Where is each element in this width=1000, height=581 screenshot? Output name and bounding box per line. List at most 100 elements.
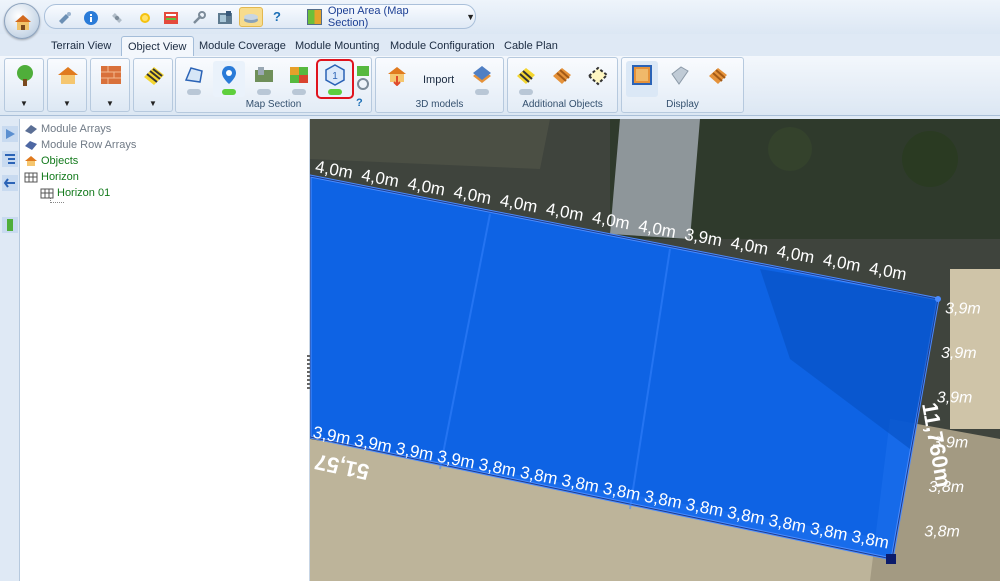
display-group: Display xyxy=(621,57,744,113)
additional-hatch-button[interactable] xyxy=(510,61,542,97)
map-section-number-button[interactable]: 1 xyxy=(316,59,354,99)
3d-models-group: Import 3D models xyxy=(375,57,504,113)
wrench-icon[interactable] xyxy=(191,10,207,26)
polygon-vertex-handle[interactable] xyxy=(935,296,941,302)
roof-display-icon xyxy=(709,68,727,84)
module-array-icon xyxy=(25,124,37,134)
aerial-tree xyxy=(902,131,958,187)
module-row-array-icon xyxy=(25,140,37,150)
horizon-icon xyxy=(24,172,38,182)
dropdown-arrow-icon[interactable]: ▼ xyxy=(48,99,86,108)
tab-object-view[interactable]: Object View xyxy=(121,36,194,57)
additional-dashed-area-button[interactable] xyxy=(582,61,614,97)
tree-item-module-row-arrays[interactable]: Module Row Arrays xyxy=(24,137,136,152)
tab-terrain-view[interactable]: Terrain View xyxy=(45,36,117,57)
tree-item-label: Module Arrays xyxy=(41,122,112,135)
tree-item-label: Module Row Arrays xyxy=(41,138,137,151)
tree-expand-icon[interactable] xyxy=(2,151,18,167)
house-icon xyxy=(58,67,78,84)
tree-item-horizon-01[interactable]: Horizon 01 xyxy=(40,185,110,200)
display-transparent-button[interactable] xyxy=(664,61,696,97)
additional-objects-group-label: Additional Objects xyxy=(522,99,603,110)
numbered-hexagon-icon: 1 xyxy=(325,64,345,86)
display-grid-icon xyxy=(632,65,652,85)
horizon-item-icon xyxy=(40,188,54,198)
dimension-label: 3,9m xyxy=(945,300,981,317)
terrain-3d-icon xyxy=(255,67,273,82)
roof-stripes-icon xyxy=(553,68,571,84)
app-house-icon xyxy=(15,15,31,30)
ribbon: ▼ ▼ ▼ ▼ 1 Map Section ? Import 3D models… xyxy=(0,56,1000,116)
model-layers-icon xyxy=(473,66,491,83)
toggle-indicator xyxy=(292,89,306,95)
location-pin-icon xyxy=(222,66,236,84)
tree-item-label: Horizon 01 xyxy=(57,186,111,199)
map-3d-terrain-button[interactable] xyxy=(248,61,280,97)
side-toolbar xyxy=(0,119,20,581)
map-section-grid-icon xyxy=(307,9,322,25)
map-heatmap-button[interactable] xyxy=(283,61,315,97)
map-section-settings-button[interactable] xyxy=(354,61,372,97)
dropdown-arrow-icon[interactable]: ▼ xyxy=(5,99,43,108)
building-object-button[interactable]: ▼ xyxy=(47,58,87,112)
toggle-indicator xyxy=(519,89,533,95)
tab-cable-plan[interactable]: Cable Plan xyxy=(498,36,564,57)
dropdown-arrow-icon[interactable]: ▼ xyxy=(134,99,172,108)
toggle-indicator xyxy=(187,89,201,95)
dashed-area-icon xyxy=(587,66,609,86)
tree-item-objects[interactable]: Objects xyxy=(24,153,78,168)
polygon-select-icon xyxy=(184,67,203,83)
restricted-area-button[interactable]: ▼ xyxy=(133,58,173,112)
3d-model-layers-button[interactable] xyxy=(466,61,498,97)
list-green-icon[interactable] xyxy=(2,217,18,233)
tab-module-mounting[interactable]: Module Mounting xyxy=(289,36,385,57)
ribbon-tabs: Terrain View Object View Module Coverage… xyxy=(0,34,1000,57)
toggle-indicator xyxy=(475,89,489,95)
dropdown-arrow-icon[interactable]: ▼ xyxy=(91,99,129,108)
transparent-panel-icon xyxy=(671,66,689,85)
tree-item-horizon[interactable]: Horizon xyxy=(24,169,79,184)
info-icon[interactable] xyxy=(83,10,99,26)
map-section-help-icon[interactable]: ? xyxy=(356,97,363,109)
map-location-button[interactable] xyxy=(213,61,245,97)
hatch-object-icon xyxy=(517,68,535,84)
dimension-label: 3,8m xyxy=(924,524,960,541)
map-section-group-label: Map Section xyxy=(245,99,302,110)
tools-icon[interactable] xyxy=(57,10,73,26)
display-group-label: Display xyxy=(666,99,699,110)
map-photo-icon[interactable] xyxy=(217,10,233,26)
open-area-dropdown[interactable]: Open Area (Map Section) ▼ xyxy=(307,5,475,29)
display-roof-button[interactable] xyxy=(702,61,734,97)
map-svg[interactable]: 4,0m 4,0m 4,0m 4,0m 4,0m 4,0m 4,0m 4,0m 3,9m 4,0m… xyxy=(310,119,1000,581)
polygon-corner-handle[interactable] xyxy=(886,554,896,564)
svg-text:1: 1 xyxy=(332,71,338,82)
layers-button[interactable] xyxy=(239,7,263,27)
satellite-icon[interactable] xyxy=(109,10,125,26)
tree-item-label: Horizon xyxy=(41,170,79,183)
import-building-icon xyxy=(388,67,406,86)
tab-module-coverage[interactable]: Module Coverage xyxy=(193,36,292,57)
wall-object-button[interactable]: ▼ xyxy=(90,58,130,112)
chart-icon[interactable] xyxy=(163,10,179,26)
tree-object-button[interactable]: ▼ xyxy=(4,58,44,112)
additional-roof-button[interactable] xyxy=(546,61,578,97)
tree-item-module-arrays[interactable]: Module Arrays xyxy=(24,121,111,136)
play-icon[interactable] xyxy=(2,126,18,142)
dimension-label: 3,9m xyxy=(941,345,977,362)
tab-module-configuration[interactable]: Module Configuration xyxy=(384,36,501,57)
display-grid-button[interactable] xyxy=(626,61,658,97)
app-orb-button[interactable] xyxy=(4,3,40,39)
layers-icon xyxy=(244,14,258,23)
chevron-down-icon: ▼ xyxy=(466,12,475,22)
tree-collapse-icon[interactable] xyxy=(2,175,18,191)
map-polygon-button[interactable] xyxy=(178,61,210,97)
map-canvas[interactable]: 4,0m 4,0m 4,0m 4,0m 4,0m 4,0m 4,0m 4,0m 3,9m 4,0m… xyxy=(310,119,1000,581)
heatmap-icon xyxy=(290,67,308,83)
open-area-label: Open Area (Map Section) xyxy=(327,5,409,29)
toggle-indicator-on xyxy=(328,89,342,95)
hatched-area-icon xyxy=(144,67,164,85)
import-3d-model-button[interactable]: Import xyxy=(381,61,461,97)
additional-objects-group: Additional Objects xyxy=(507,57,618,113)
sun-icon[interactable] xyxy=(137,10,153,26)
help-icon[interactable]: ? xyxy=(273,9,289,25)
